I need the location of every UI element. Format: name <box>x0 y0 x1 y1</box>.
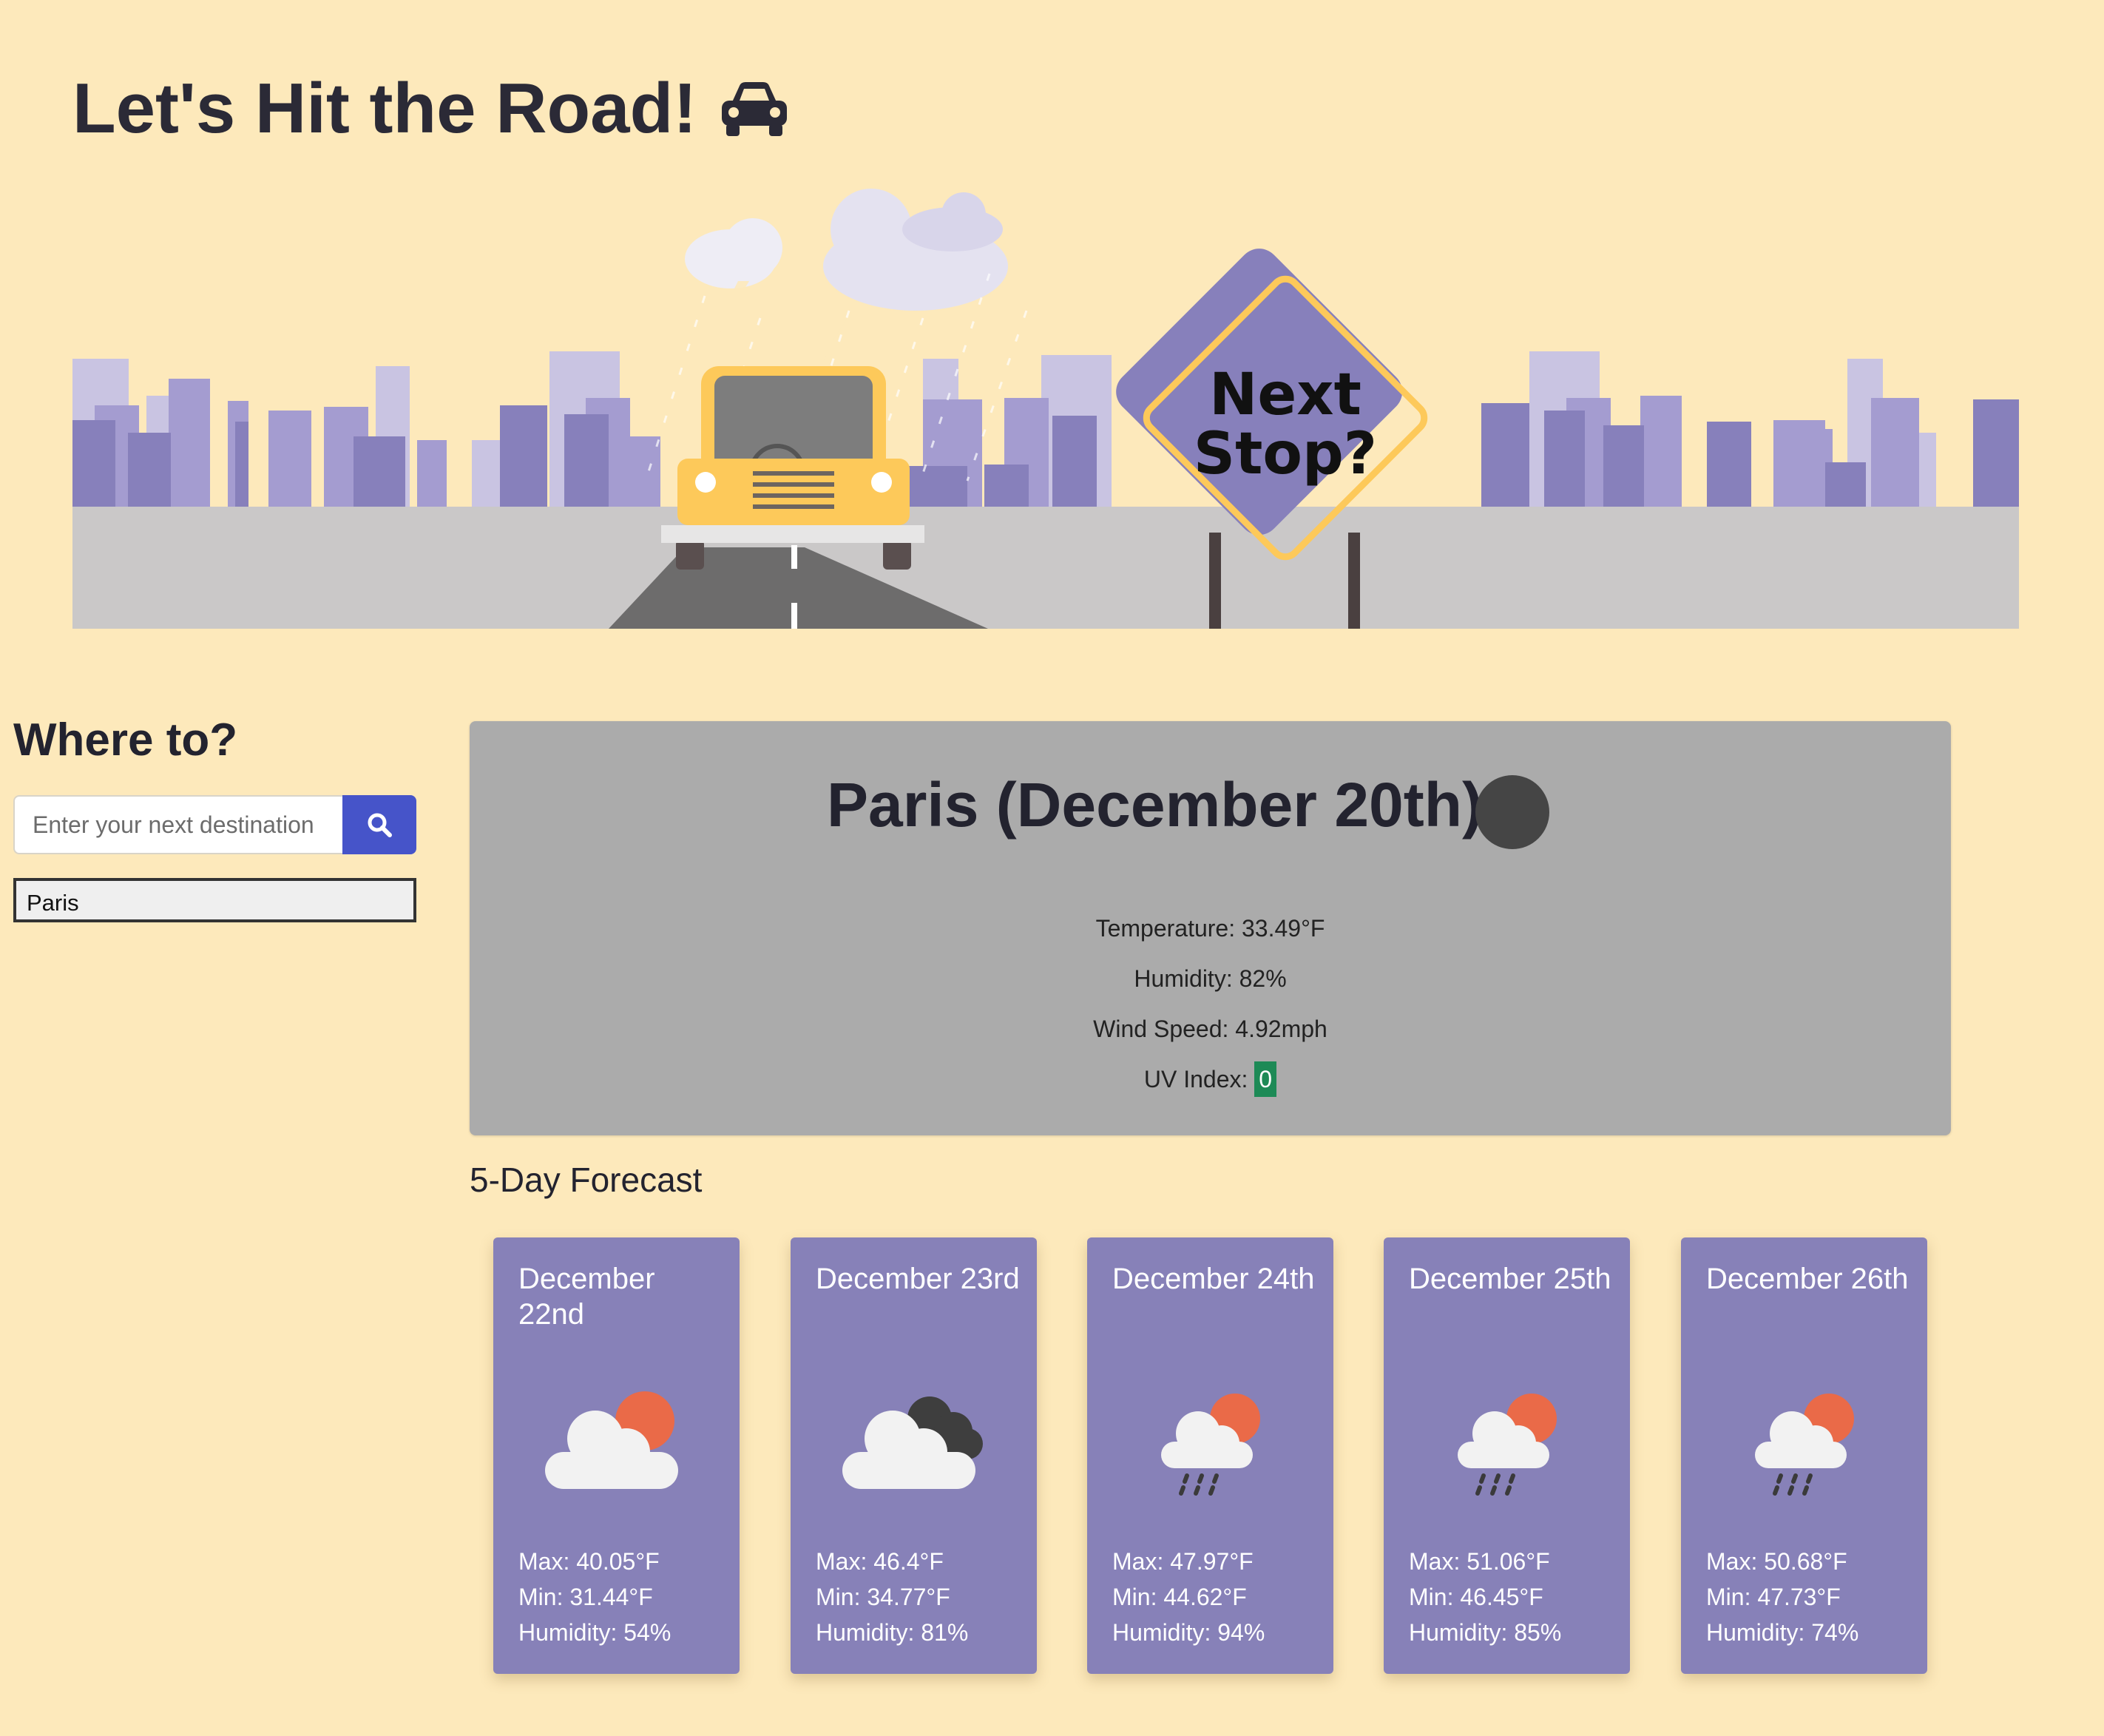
forecast-date: December 22nd <box>518 1263 655 1331</box>
search-heading: Where to? <box>13 715 238 766</box>
clouds-icon <box>842 1396 983 1489</box>
page-title: Let's Hit the Road! <box>72 68 790 149</box>
forecast-max: Max: 47.97°F <box>1112 1548 1254 1575</box>
cloud-sun-icon <box>545 1391 678 1489</box>
current-city-date: Paris (December 20th) <box>470 769 1951 841</box>
wind-speed-text: Wind Speed: 4.92mph <box>1093 1016 1327 1042</box>
forecast-humidity: Humidity: 54% <box>518 1619 672 1646</box>
forecast-card: December 23rd Max: 46.4°F Min: 34.77°F H… <box>791 1237 1037 1674</box>
sign-line-1: Next <box>1209 362 1361 428</box>
forecast-max: Max: 46.4°F <box>816 1548 944 1575</box>
night-clear-icon <box>1475 775 1549 849</box>
rain-sun-icon <box>1755 1394 1854 1496</box>
ground <box>72 507 2019 629</box>
forecast-humidity: Humidity: 74% <box>1706 1619 1859 1646</box>
page-title-text: Let's Hit the Road! <box>72 69 697 148</box>
forecast-date: December 23rd <box>816 1263 1020 1295</box>
forecast-card: December 24th Max: 47.97°F Min: 44.62°F … <box>1087 1237 1333 1674</box>
history-item-paris[interactable]: Paris <box>13 878 416 922</box>
forecast-humidity: Humidity: 94% <box>1112 1619 1265 1646</box>
search-button[interactable] <box>342 795 416 854</box>
search-form <box>13 795 416 854</box>
uv-value-badge: 0 <box>1254 1061 1277 1097</box>
lightning <box>720 281 848 381</box>
current-weather-panel: Paris (December 20th) Temperature: 33.49… <box>470 721 1951 1135</box>
forecast-max: Max: 50.68°F <box>1706 1548 1847 1575</box>
uv-label: UV Index: <box>1143 1066 1248 1092</box>
rain-sun-icon <box>1458 1394 1557 1496</box>
car-icon <box>722 82 788 136</box>
temperature-text: Temperature: 33.49°F <box>1095 915 1325 942</box>
forecast-card: December 25th Max: 51.06°F Min: 46.45°F … <box>1384 1237 1630 1674</box>
rain-sun-icon <box>1161 1394 1260 1496</box>
forecast-min: Min: 31.44°F <box>518 1584 653 1610</box>
forecast-heading: 5-Day Forecast <box>470 1161 703 1199</box>
search-icon <box>368 813 392 837</box>
sign-line-2: Stop? <box>1194 421 1377 487</box>
forecast-date: December 24th <box>1112 1263 1315 1295</box>
forecast-date: December 25th <box>1409 1263 1611 1295</box>
uv-index: UV Index: 0 <box>470 1061 1951 1097</box>
forecast-min: Min: 44.62°F <box>1112 1584 1247 1610</box>
forecast-humidity: Humidity: 81% <box>816 1619 969 1646</box>
road-trip-banner: Next Stop? <box>72 189 2019 629</box>
forecast-min: Min: 34.77°F <box>816 1584 950 1610</box>
humidity-text: Humidity: 82% <box>1134 965 1287 992</box>
forecast-min: Min: 46.45°F <box>1409 1584 1543 1610</box>
forecast-min: Min: 47.73°F <box>1706 1584 1841 1610</box>
forecast-card: December 22nd Max: 40.05°F Min: 31.44°F … <box>493 1237 740 1674</box>
forecast-humidity: Humidity: 85% <box>1409 1619 1562 1646</box>
forecast-max: Max: 40.05°F <box>518 1548 660 1575</box>
yellow-car <box>661 366 924 570</box>
forecast-date: December 26th <box>1706 1263 1909 1295</box>
city-date-text: Paris (December 20th) <box>826 770 1484 840</box>
forecast-max: Max: 51.06°F <box>1409 1548 1550 1575</box>
destination-input[interactable] <box>13 795 342 854</box>
forecast-card: December 26th Max: 50.68°F Min: 47.73°F … <box>1681 1237 1927 1674</box>
